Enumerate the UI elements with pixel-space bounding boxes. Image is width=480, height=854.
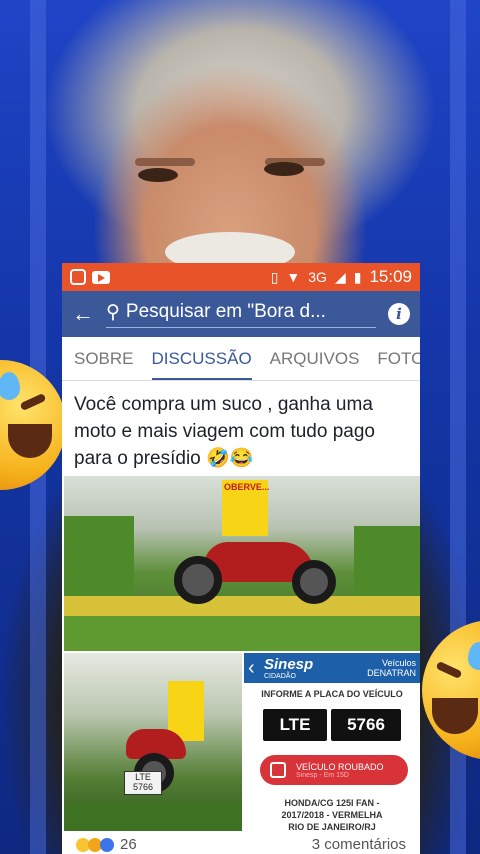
search-input[interactable]: ⚲ Pesquisar em "Bora d... [106,301,376,328]
post-photo-plate[interactable]: LTE 5766 [64,653,242,831]
like-reaction-icon [100,837,114,852]
sinesp-logo: Sinesp CIDADÃO [264,656,314,680]
plate-letters: LTE [263,709,327,741]
group-tabs: SOBRE DISCUSSÃO ARQUIVOS FOTO [62,337,420,381]
license-plate: LTE 5766 [124,771,162,795]
info-icon[interactable]: i [388,303,410,325]
network-type: 3G [308,269,327,285]
tab-fotos[interactable]: FOTO [377,337,420,380]
post-photo-main[interactable]: OBERVE... [64,476,420,651]
chevron-left-icon: ‹ [248,656,255,679]
comments-link[interactable]: 3 comentários [312,836,406,853]
reactions-bar: 26 3 comentários [62,835,420,854]
tab-sobre[interactable]: SOBRE [74,337,134,380]
status-bar: ▯ ▼ 3G ◢ ▮ 15:09 [62,263,420,291]
tab-arquivos[interactable]: ARQUIVOS [270,337,360,380]
sinesp-header: ‹ Sinesp CIDADÃO Veículos DENATRAN [244,653,420,683]
vibrate-icon: ▯ [270,268,279,285]
search-text: Pesquisar em "Bora d... [125,301,326,322]
post-photo-sinesp[interactable]: ‹ Sinesp CIDADÃO Veículos DENATRAN INFOR… [244,653,420,831]
search-bar: ← ⚲ Pesquisar em "Bora d... i [62,291,420,337]
back-arrow-icon[interactable]: ← [72,301,106,327]
wifi-icon: ▼ [286,269,301,285]
youtube-icon [92,270,110,284]
sinesp-section: Veículos DENATRAN [367,658,416,678]
search-icon: ⚲ [106,301,120,323]
tab-discussao[interactable]: DISCUSSÃO [151,337,252,380]
stolen-status-badge: VEÍCULO ROUBADO Sinesp - Em 15D [260,755,408,785]
reaction-count[interactable]: 26 [120,836,137,853]
signal-icon: ◢ [334,268,346,285]
clock: 15:09 [369,267,412,286]
plate-prompt: INFORME A PLACA DO VEÍCULO [261,689,403,699]
plate-numbers: 5766 [331,709,401,741]
plate-input: LTE 5766 [244,709,420,741]
battery-icon: ▮ [353,268,362,285]
facebook-screenshot: ▯ ▼ 3G ◢ ▮ 15:09 ← ⚲ Pesquisar em "Bora … [62,263,420,854]
alert-icon [270,762,286,778]
instagram-icon [70,269,86,285]
vehicle-info: HONDA/CG 125I FAN - 2017/2018 - VERMELHA… [281,798,383,831]
store-sign: OBERVE... [222,480,269,536]
post-text: Você compra um suco , ganha uma moto e m… [74,394,375,469]
